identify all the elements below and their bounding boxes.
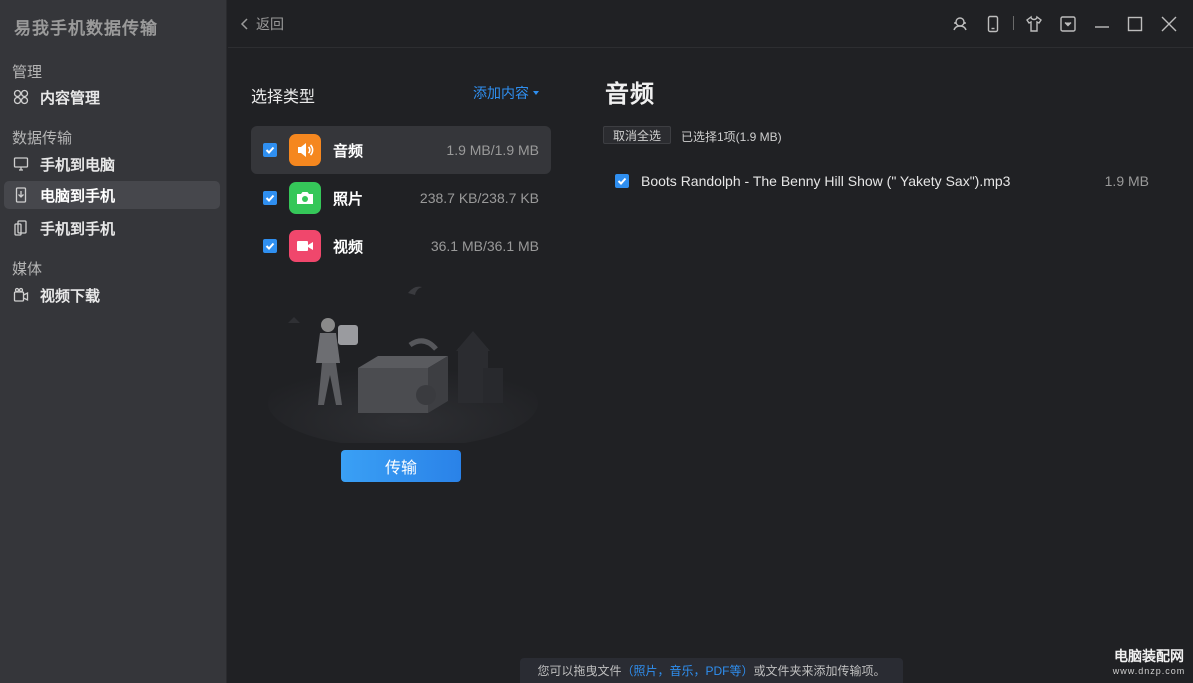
watermark-title: 电脑装配网: [1114, 648, 1184, 664]
sidebar: 易我手机数据传输 管理 内容管理 数据传输 手机到电脑 电脑到手机 手机到手机 …: [0, 0, 227, 683]
back-button[interactable]: 返回: [240, 14, 284, 34]
caret-down-icon: [533, 91, 539, 95]
user-support-icon[interactable]: [950, 14, 970, 34]
group-label-transfer: 数据传输: [12, 130, 73, 147]
app-title: 易我手机数据传输: [14, 19, 158, 38]
selected-count: 已选择1项(1.9 MB): [681, 130, 782, 144]
type-row-photo[interactable]: 照片 238.7 KB/238.7 KB: [251, 174, 551, 222]
back-label: 返回: [256, 16, 284, 32]
maximize-icon[interactable]: [1125, 14, 1145, 34]
category-title: 音频: [605, 81, 655, 108]
type-row-video[interactable]: 视频 36.1 MB/36.1 MB: [251, 222, 551, 270]
hint-prefix: 您可以拖曳文件: [537, 664, 622, 678]
minimize-icon[interactable]: [1092, 14, 1112, 34]
file-size: 1.9 MB: [1104, 173, 1149, 189]
watermark: 电脑装配网 www.dnzp.com: [1108, 646, 1190, 680]
sidebar-item-pc-to-phone[interactable]: 电脑到手机: [4, 181, 220, 209]
checkbox[interactable]: [615, 174, 629, 188]
video-download-icon: [12, 286, 30, 304]
type-size: 1.9 MB/1.9 MB: [446, 142, 539, 158]
type-selection-panel: 选择类型 添加内容 音频 1.9 MB/1.9 MB 照片 238.7 KB/2…: [228, 48, 568, 683]
sidebar-item-label: 视频下载: [40, 287, 101, 305]
watermark-url: www.dnzp.com: [1112, 666, 1186, 676]
grid-icon: [12, 88, 30, 106]
sidebar-item-label: 电脑到手机: [40, 187, 116, 205]
top-bar: 返回: [228, 0, 1193, 48]
phone-icon[interactable]: [983, 14, 1003, 34]
type-name: 照片: [333, 190, 364, 208]
hint-highlight: （照片，音乐，PDF等）: [621, 664, 754, 678]
monitor-icon: [12, 155, 30, 173]
sidebar-item-phone-to-phone[interactable]: 手机到手机: [4, 214, 220, 242]
sidebar-item-label: 手机到手机: [40, 220, 116, 238]
deselect-all-button[interactable]: 取消全选: [603, 126, 672, 144]
video-camera-icon: [289, 230, 321, 262]
checkbox[interactable]: [263, 239, 277, 253]
sidebar-item-content-manage[interactable]: 内容管理: [4, 83, 220, 111]
checkbox[interactable]: [263, 191, 277, 205]
type-row-audio[interactable]: 音频 1.9 MB/1.9 MB: [251, 126, 551, 174]
hint-suffix: 或文件夹来添加传输项。: [753, 664, 886, 678]
file-name: Boots Randolph - The Benny Hill Show (" …: [641, 173, 1011, 189]
camera-icon: [289, 182, 321, 214]
sidebar-item-video-download[interactable]: 视频下载: [4, 281, 220, 309]
type-size: 238.7 KB/238.7 KB: [419, 190, 539, 206]
chevron-left-icon: [240, 18, 248, 30]
phone-import-icon: [12, 186, 30, 204]
toolbar-divider: [1013, 16, 1014, 30]
type-name: 音频: [333, 142, 364, 160]
drag-drop-hint: 您可以拖曳文件 （照片，音乐，PDF等） 或文件夹来添加传输项。: [520, 658, 903, 683]
sidebar-item-label: 手机到电脑: [40, 156, 116, 174]
sidebar-item-label: 内容管理: [40, 89, 101, 107]
speaker-icon: [289, 134, 321, 166]
phone-phone-icon: [12, 219, 30, 237]
file-list-panel: 音频 取消全选 已选择1项(1.9 MB) Boots Randolph - T…: [590, 48, 1193, 683]
type-size: 36.1 MB/36.1 MB: [430, 238, 539, 254]
add-content-dropdown[interactable]: 添加内容: [473, 83, 539, 103]
panel-title: 选择类型: [251, 89, 316, 106]
empty-illustration: [268, 286, 538, 443]
dropdown-menu-icon[interactable]: [1058, 14, 1078, 34]
sidebar-item-phone-to-pc[interactable]: 手机到电脑: [4, 150, 220, 178]
add-content-label: 添加内容: [473, 85, 529, 101]
transfer-button[interactable]: 传输: [341, 450, 461, 482]
close-icon[interactable]: [1159, 14, 1179, 34]
group-label-media: 媒体: [12, 261, 43, 278]
file-row[interactable]: Boots Randolph - The Benny Hill Show (" …: [603, 166, 1173, 196]
group-label-manage: 管理: [12, 64, 43, 81]
checkbox[interactable]: [263, 143, 277, 157]
shirt-icon[interactable]: [1024, 14, 1044, 34]
type-name: 视频: [333, 238, 364, 256]
